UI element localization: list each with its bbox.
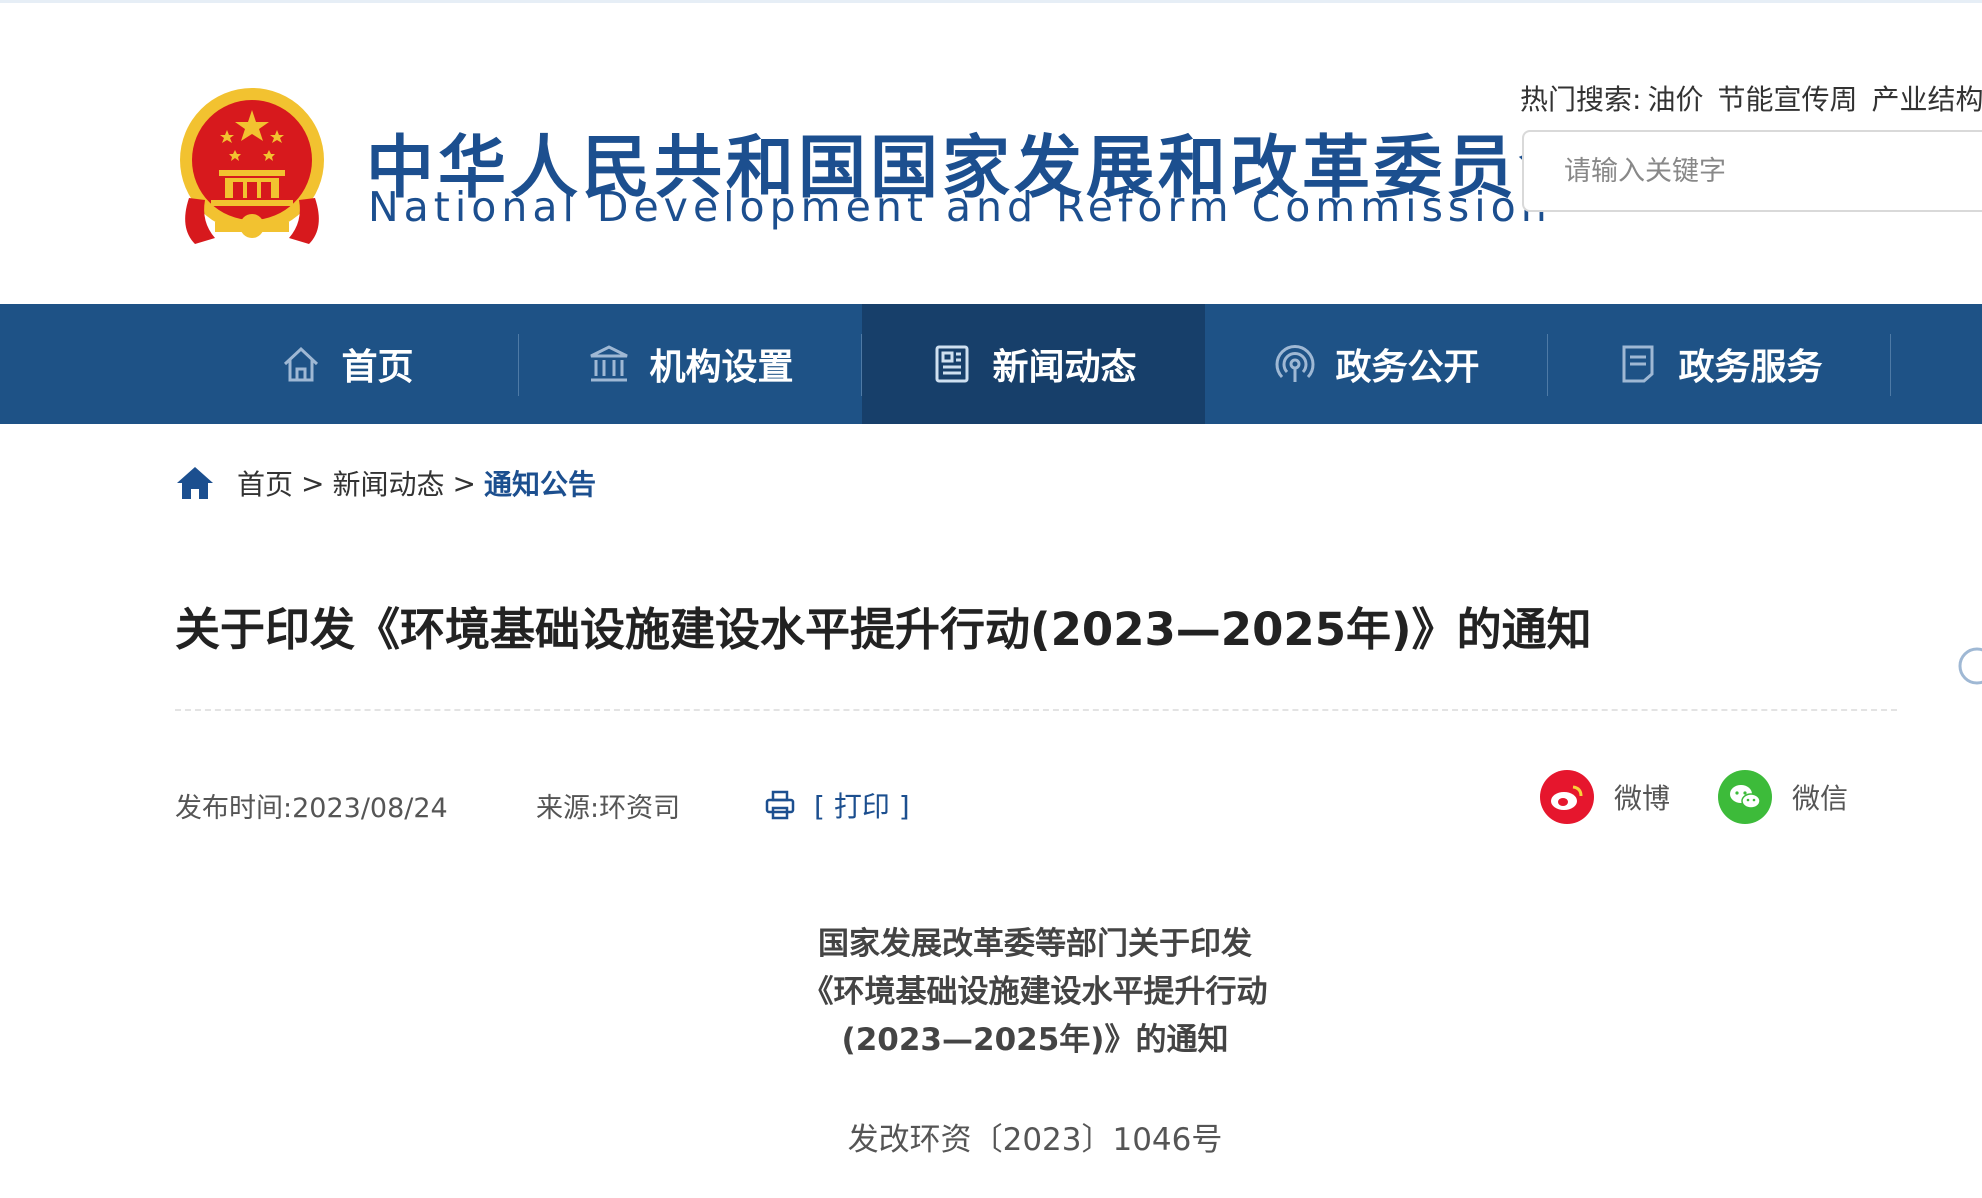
- institution-icon: [590, 345, 629, 382]
- search-input[interactable]: [1522, 130, 1982, 212]
- wechat-icon: [1718, 770, 1772, 824]
- printer-icon: [765, 790, 795, 820]
- national-emblem-icon: [180, 88, 324, 244]
- home-icon: [284, 346, 319, 382]
- breadcrumb-separator: >: [301, 466, 325, 500]
- article-source: 来源:环资司: [536, 786, 680, 825]
- weibo-icon: [1540, 770, 1594, 824]
- hot-term-industry[interactable]: 产业结构: [1871, 83, 1982, 116]
- nav-divider: [1890, 334, 1891, 396]
- article-title: 关于印发《环境基础设施建设水平提升行动(2023—2025年)》的通知: [175, 603, 1592, 656]
- share-weibo[interactable]: 微博: [1540, 770, 1670, 824]
- document-number: 发改环资〔2023〕1046号: [847, 1122, 1223, 1158]
- nav-item-news[interactable]: 新闻动态: [862, 304, 1205, 424]
- home-icon[interactable]: [175, 465, 215, 501]
- nav-label-services: 政务服务: [1678, 347, 1823, 388]
- nav-item-services[interactable]: 政务服务: [1548, 304, 1891, 424]
- clock-icon: [1958, 647, 1982, 685]
- nav-item-government-affairs[interactable]: 政务公开: [1205, 304, 1548, 424]
- nav-label-news: 新闻动态: [992, 347, 1137, 388]
- print-button[interactable]: [ 打印 ]: [764, 785, 910, 825]
- breadcrumb: 首页 > 新闻动态 > 通知公告: [175, 463, 596, 503]
- site-title-en: National Development and Reform Commissi…: [368, 183, 1552, 231]
- breadcrumb-home[interactable]: 首页: [237, 463, 293, 503]
- breadcrumb-news[interactable]: 新闻动态: [332, 463, 444, 503]
- source-value: 环资司: [599, 793, 681, 824]
- main-nav: 首页 机构设置 新闻动态 政务公开 政务服务: [0, 304, 1982, 685]
- wechat-label: 微信: [1792, 782, 1849, 815]
- title-divider: [175, 709, 1897, 711]
- source-label: 来源:: [536, 793, 600, 824]
- hot-term-energy-week[interactable]: 节能宣传周: [1717, 83, 1857, 116]
- share-wechat[interactable]: 微信: [1718, 770, 1848, 824]
- broadcast-icon: [1275, 345, 1315, 382]
- breadcrumb-separator: >: [452, 466, 476, 500]
- nav-label-home: 首页: [341, 347, 414, 388]
- breadcrumb-current[interactable]: 通知公告: [484, 463, 596, 503]
- article-subtitle-line-3: (2023—2025年)》的通知: [841, 1022, 1229, 1058]
- hot-search-label: 热门搜索:: [1520, 83, 1642, 116]
- print-label: [ 打印 ]: [814, 790, 910, 823]
- nav-label-government-affairs: 政务公开: [1335, 347, 1480, 388]
- top-border-line: [0, 0, 1982, 3]
- publish-time: 发布时间:2023/08/24: [175, 786, 448, 825]
- publish-label: 发布时间:: [175, 793, 293, 824]
- nav-label-institution: 机构设置: [649, 347, 794, 388]
- hot-term-oil-price[interactable]: 油价: [1647, 83, 1703, 116]
- news-icon: [935, 345, 969, 383]
- publish-date: 2023/08/24: [292, 793, 448, 824]
- article-subtitle-line-1: 国家发展改革委等部门关于印发: [818, 926, 1252, 962]
- nav-item-institution[interactable]: 机构设置: [519, 304, 862, 424]
- nav-item-home[interactable]: 首页: [175, 304, 518, 424]
- article-subtitle-line-2: 《环境基础设施建设水平提升行动: [802, 974, 1268, 1010]
- service-icon: [1622, 345, 1654, 383]
- hot-search-bar: 热门搜索: 油价 节能宣传周 产业结构: [1520, 78, 1982, 118]
- weibo-label: 微博: [1614, 782, 1671, 815]
